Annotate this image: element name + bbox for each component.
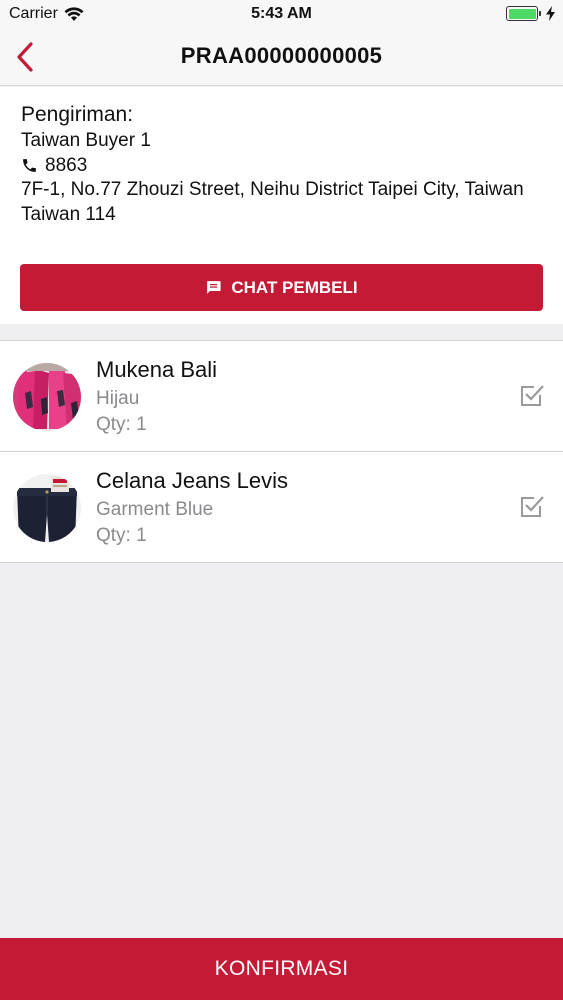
product-qty: Qty: 1 bbox=[96, 414, 147, 435]
charging-bolt-icon bbox=[546, 6, 555, 21]
product-name: Celana Jeans Levis bbox=[96, 468, 289, 493]
status-bar: Carrier 5:43 AM bbox=[0, 0, 563, 28]
product-name: Mukena Bali bbox=[96, 357, 218, 382]
carrier-indicator: Carrier bbox=[9, 5, 84, 23]
list-item[interactable]: Celana Jeans Levis Garment Blue Qty: 1 bbox=[0, 452, 563, 563]
product-variant: Garment Blue bbox=[96, 499, 214, 520]
page-title: PRAA00000000005 bbox=[180, 43, 383, 68]
buyer-phone-number: 8863 bbox=[45, 154, 88, 176]
wifi-icon bbox=[64, 6, 84, 21]
battery-fill bbox=[508, 8, 536, 19]
battery-icon bbox=[506, 6, 541, 21]
list-item[interactable]: Mukena Bali Hijau Qty: 1 bbox=[0, 341, 563, 452]
status-time: 5:43 AM bbox=[251, 5, 312, 22]
checkbox-checked-icon[interactable] bbox=[518, 492, 546, 520]
buyer-phone: 8863 bbox=[21, 154, 542, 179]
battery-indicator bbox=[506, 6, 555, 21]
back-button[interactable] bbox=[8, 38, 42, 76]
phone-icon bbox=[23, 159, 36, 173]
shipping-heading: Pengiriman: bbox=[21, 103, 134, 126]
navigation-bar: PRAA00000000005 bbox=[0, 28, 563, 86]
checkbox-checked-icon[interactable] bbox=[518, 381, 546, 409]
product-list: Mukena Bali Hijau Qty: 1 Celana Jeans Le… bbox=[0, 340, 563, 563]
chat-buyer-button[interactable]: CHAT PEMBELI bbox=[20, 264, 543, 311]
buyer-name: Taiwan Buyer 1 bbox=[21, 130, 151, 151]
product-qty: Qty: 1 bbox=[96, 525, 147, 546]
product-image-mukena bbox=[13, 363, 81, 431]
shipping-section: Pengiriman: Taiwan Buyer 1 8863 7F-1, No… bbox=[0, 87, 563, 324]
product-image-jeans bbox=[13, 474, 81, 542]
buyer-address: 7F-1, No.77 Zhouzi Street, Neihu Distric… bbox=[21, 179, 524, 200]
chat-buyer-label: CHAT PEMBELI bbox=[231, 277, 358, 297]
product-variant: Hijau bbox=[96, 388, 140, 409]
confirm-button[interactable]: KONFIRMASI bbox=[0, 938, 563, 1000]
chevron-left-icon bbox=[17, 42, 33, 72]
carrier-label: Carrier bbox=[9, 5, 58, 22]
chat-bubble-icon bbox=[207, 281, 221, 294]
buyer-country-zip: Taiwan 114 bbox=[21, 203, 116, 225]
